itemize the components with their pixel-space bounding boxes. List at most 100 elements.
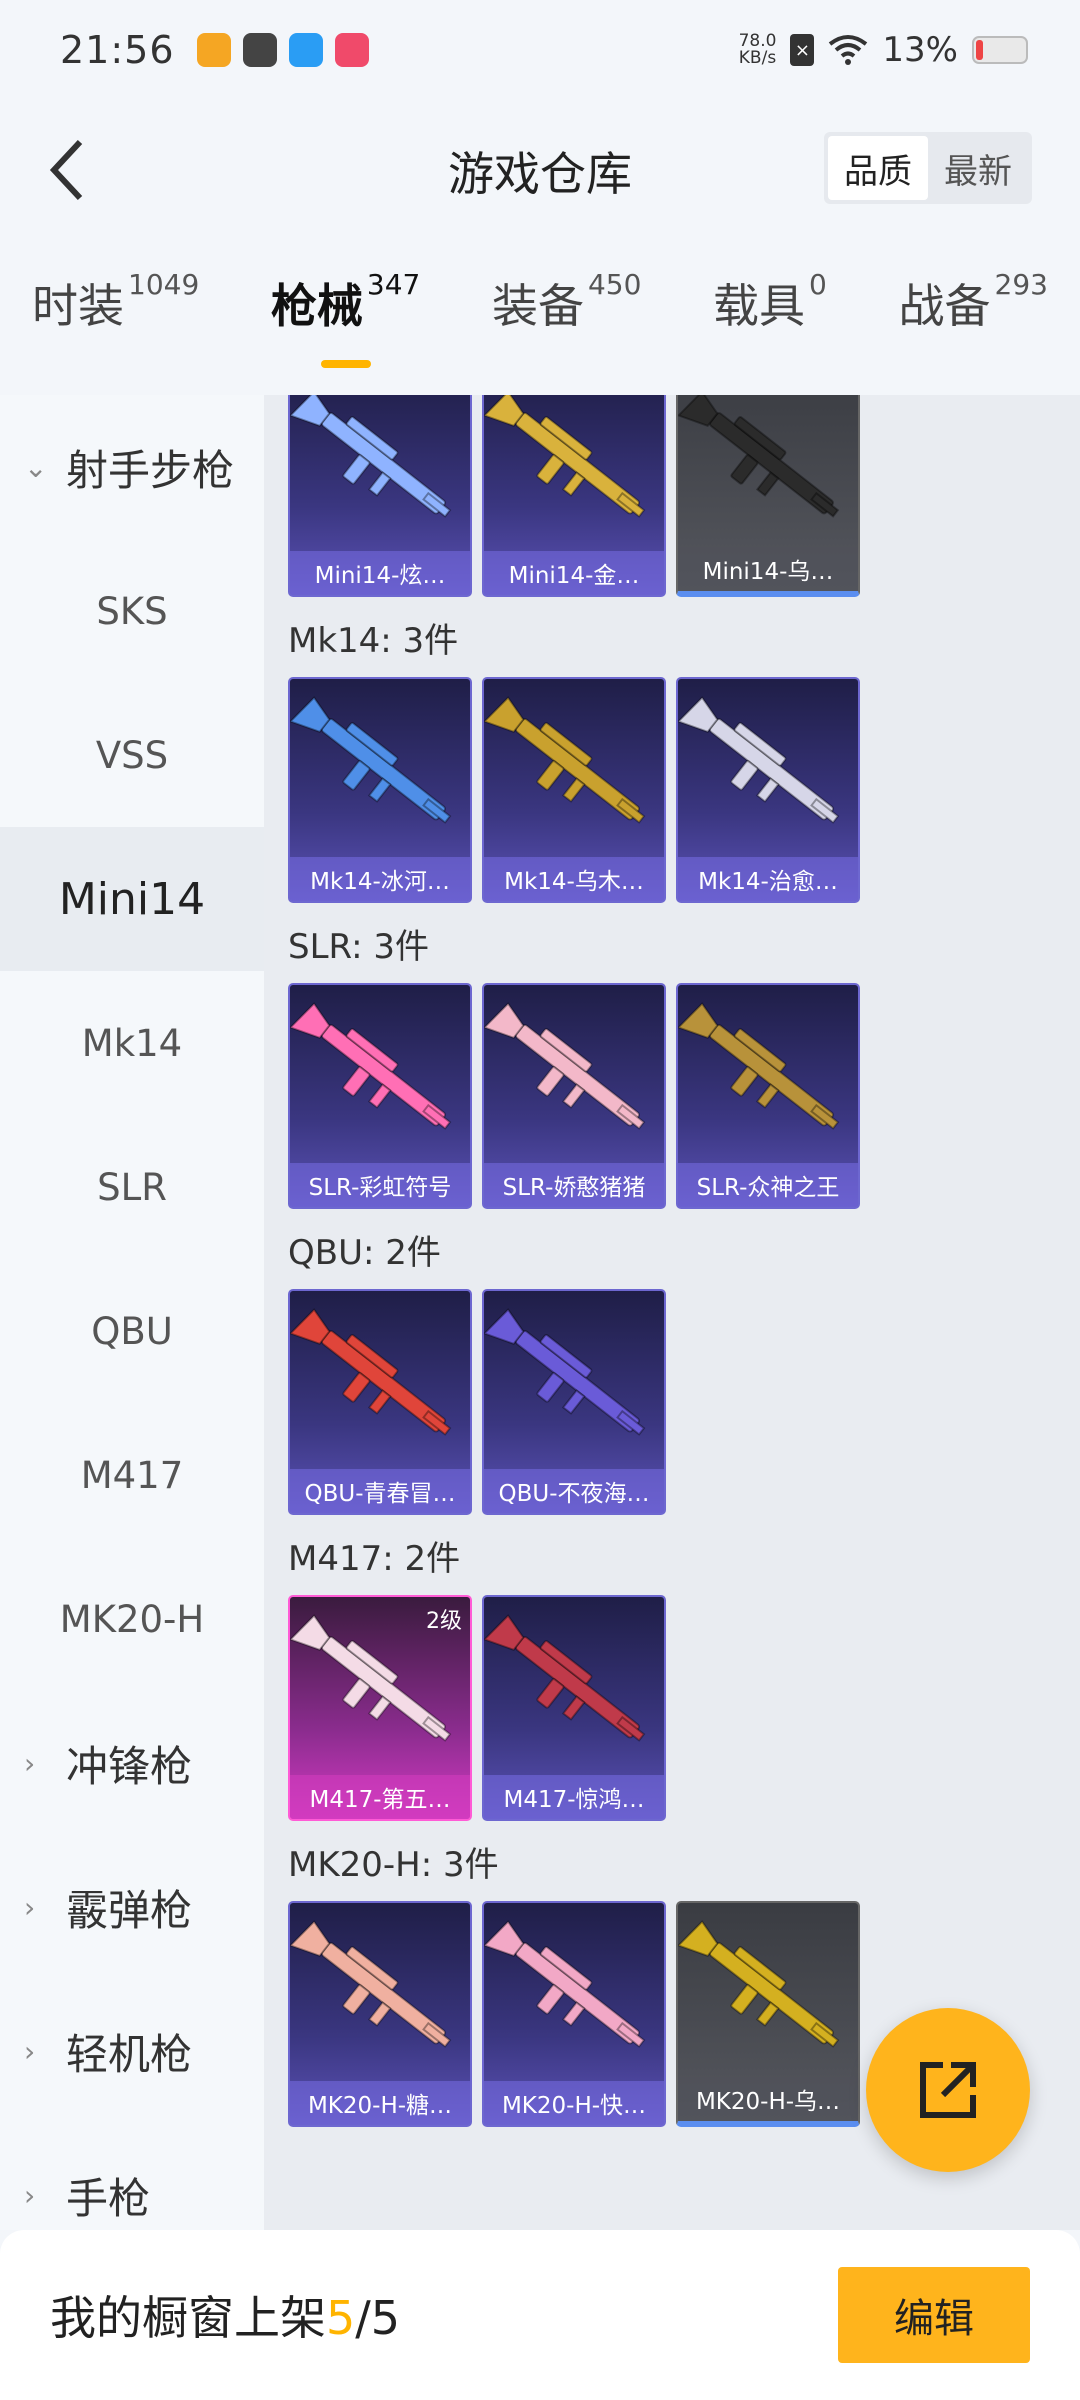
weapon-row: SLR-彩虹符号 SLR-娇憨猪猪 SLR-众神之王 xyxy=(264,983,1080,1209)
status-bar: 21:56 78.0 KB/s × 13% xyxy=(0,0,1080,100)
notification-app-icon xyxy=(242,33,277,67)
weapon-type-sidebar: ⌄ 射手步枪 SKS VSS Mini14 Mk14 SLR QBU M417 … xyxy=(0,395,264,2230)
section-title: MK20-H: 3件 xyxy=(288,1844,499,1885)
weapon-skin-card[interactable]: SLR-彩虹符号 xyxy=(288,983,472,1209)
rifle-icon xyxy=(484,1002,646,1130)
battery-icon xyxy=(972,36,1028,64)
rifle-icon xyxy=(290,696,452,824)
weapon-row: 2级 M417-第五… M417-惊鸿… xyxy=(264,1595,1080,1821)
sidebar-group-marksman-rifles[interactable]: ⌄ 射手步枪 xyxy=(0,395,264,539)
sim-icon: × xyxy=(790,34,815,66)
sidebar-item-vss[interactable]: VSS xyxy=(0,683,264,827)
rifle-icon xyxy=(678,696,840,824)
weapon-skin-card[interactable]: MK20-H-糖… xyxy=(288,1901,472,2127)
edit-button[interactable]: 编辑 xyxy=(838,2267,1030,2363)
rifle-icon xyxy=(290,395,452,518)
weapon-skin-name: SLR-众神之王 xyxy=(678,1163,858,1207)
tab-outfits[interactable]: 时装 1049 xyxy=(32,268,199,390)
tab-vehicles[interactable]: 载具 0 xyxy=(713,268,827,390)
section-title: QBU: 2件 xyxy=(288,1232,441,1273)
chevron-right-icon: › xyxy=(24,1746,36,1780)
tab-weapons[interactable]: 枪械 347 xyxy=(271,268,421,390)
section-title: Mk14: 3件 xyxy=(288,620,459,661)
weapon-skin-card[interactable]: 2级 M417-第五… xyxy=(288,1595,472,1821)
weapon-skin-card[interactable]: SLR-众神之王 xyxy=(676,983,860,1209)
notification-app-icon xyxy=(334,33,369,67)
sidebar-item-m417[interactable]: M417 xyxy=(0,1403,264,1547)
weapon-grid: Mini14-炫… Mini14-金… Mini14-乌… Mk14: 3件 Mk14-… xyxy=(264,395,1080,2230)
share-icon xyxy=(920,2062,976,2118)
weapon-skin-card[interactable]: Mk14-治愈… xyxy=(676,677,860,903)
weapon-skin-card[interactable]: QBU-青春冒… xyxy=(288,1289,472,1515)
tab-count: 347 xyxy=(366,268,421,301)
weapon-skin-name: QBU-不夜海… xyxy=(484,1469,664,1513)
rifle-icon xyxy=(484,1308,646,1436)
tab-count: 450 xyxy=(587,268,642,301)
showcase-total-count: 5 xyxy=(370,2291,401,2345)
sidebar-item-mk14[interactable]: Mk14 xyxy=(0,971,264,1115)
rifle-icon xyxy=(290,1920,452,2048)
sidebar-item-mk20h[interactable]: MK20-H xyxy=(0,1547,264,1691)
rifle-icon xyxy=(290,1002,452,1130)
section-title: SLR: 3件 xyxy=(288,926,429,967)
rifle-icon xyxy=(678,1002,840,1130)
weapon-skin-card[interactable]: MK20-H-乌… xyxy=(676,1901,860,2127)
sort-by-quality[interactable]: 品质 xyxy=(828,136,928,200)
rifle-icon xyxy=(678,1920,840,2048)
weapon-skin-card[interactable]: MK20-H-快… xyxy=(482,1901,666,2127)
category-tabs: 时装 1049 枪械 347 装备 450 载具 0 战备 293 xyxy=(0,268,1080,390)
weapon-skin-name: Mk14-乌木… xyxy=(484,857,664,901)
weapon-skin-card[interactable]: Mini14-乌… xyxy=(676,395,860,597)
sidebar-group-shotguns[interactable]: › 霰弹枪 xyxy=(0,1835,264,1979)
weapon-skin-name: MK20-H-糖… xyxy=(290,2081,470,2125)
showcase-current-count: 5 xyxy=(326,2291,356,2345)
weapon-skin-card[interactable]: Mini14-金… xyxy=(482,395,666,597)
chevron-right-icon: › xyxy=(24,2034,36,2068)
weapon-skin-card[interactable]: SLR-娇憨猪猪 xyxy=(482,983,666,1209)
sidebar-group-smgs[interactable]: › 冲锋枪 xyxy=(0,1691,264,1835)
weapon-skin-card[interactable]: Mk14-冰河… xyxy=(288,677,472,903)
weapon-skin-name: Mk14-冰河… xyxy=(290,857,470,901)
tab-combat-supplies[interactable]: 战备 293 xyxy=(899,268,1048,390)
sort-toggle: 品质 最新 xyxy=(824,132,1032,204)
weapon-skin-name: M417-第五… xyxy=(290,1775,470,1819)
sidebar-item-qbu[interactable]: QBU xyxy=(0,1259,264,1403)
chevron-right-icon: › xyxy=(24,1890,36,1924)
weapon-skin-name: Mini14-金… xyxy=(484,551,664,595)
rifle-icon xyxy=(484,395,646,518)
weapon-skin-name: M417-惊鸿… xyxy=(484,1775,664,1819)
status-notification-icons xyxy=(196,33,369,67)
sidebar-group-lmgs[interactable]: › 轻机枪 xyxy=(0,1979,264,2123)
weapon-skin-card[interactable]: Mini14-炫… xyxy=(288,395,472,597)
weapon-skin-card[interactable]: M417-惊鸿… xyxy=(482,1595,666,1821)
notification-app-icon xyxy=(288,33,323,67)
sidebar-item-sks[interactable]: SKS xyxy=(0,539,264,683)
weapon-skin-name: MK20-H-快… xyxy=(484,2081,664,2125)
battery-percentage: 13% xyxy=(882,30,958,70)
weapon-skin-name: SLR-彩虹符号 xyxy=(290,1163,470,1207)
notification-app-icon xyxy=(196,33,231,67)
showcase-bar: 我的橱窗上架 5 / 5 编辑 xyxy=(0,2230,1080,2400)
weapon-row: Mk14-冰河… Mk14-乌木… Mk14-治愈… xyxy=(264,677,1080,903)
level-badge: 2级 xyxy=(426,1609,462,1634)
rifle-icon xyxy=(678,395,840,518)
sidebar-group-pistols[interactable]: › 手枪 xyxy=(0,2123,264,2230)
chevron-down-icon: ⌄ xyxy=(24,450,48,484)
sidebar-item-slr[interactable]: SLR xyxy=(0,1115,264,1259)
share-button[interactable] xyxy=(866,2008,1030,2172)
rifle-icon xyxy=(484,1920,646,2048)
network-speed: 78.0 KB/s xyxy=(738,31,777,68)
tab-equipment[interactable]: 装备 450 xyxy=(492,268,642,390)
weapon-skin-name: Mk14-治愈… xyxy=(678,857,858,901)
page-header: 游戏仓库 品质 最新 xyxy=(0,110,1080,230)
showcase-status: 我的橱窗上架 5 / 5 xyxy=(50,2291,401,2345)
weapon-skin-card[interactable]: Mk14-乌木… xyxy=(482,677,666,903)
section-title: M417: 2件 xyxy=(288,1538,461,1579)
weapon-skin-name: Mini14-炫… xyxy=(290,551,470,595)
weapon-skin-name: QBU-青春冒… xyxy=(290,1469,470,1513)
weapon-skin-card[interactable]: QBU-不夜海… xyxy=(482,1289,666,1515)
rifle-icon xyxy=(484,1614,646,1742)
rifle-icon xyxy=(484,696,646,824)
sort-by-newest[interactable]: 最新 xyxy=(928,136,1028,200)
sidebar-item-mini14[interactable]: Mini14 xyxy=(0,827,264,971)
